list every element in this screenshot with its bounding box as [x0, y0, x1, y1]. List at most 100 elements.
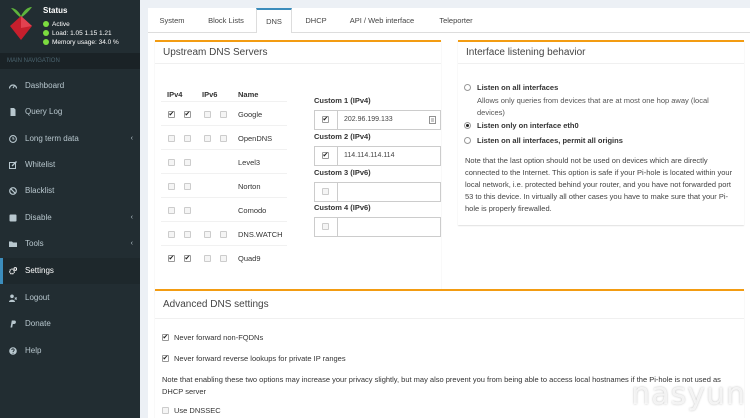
user-times-icon — [9, 294, 17, 302]
server-name: OpenDNS — [238, 134, 273, 143]
dnswatch-ipv6-2-checkbox[interactable] — [220, 231, 227, 238]
tab-api-web-interface[interactable]: API / Web interface — [340, 8, 424, 32]
server-name: Google — [238, 110, 263, 119]
interface-note: Note that the last option should not be … — [465, 156, 733, 213]
dnswatch-ipv4-1-checkbox[interactable] — [168, 231, 175, 238]
listen-permit-all-radio[interactable] — [464, 137, 471, 144]
sidebar-item-label: Whitelist — [25, 160, 56, 169]
col-ipv6: IPv6 — [202, 90, 218, 99]
tab-dhcp[interactable]: DHCP — [296, 8, 336, 32]
sidebar-item-query-log[interactable]: Query Log — [0, 99, 140, 125]
status-memory-label: Memory usage: 34.0 % — [52, 39, 119, 46]
google-ipv6-2-checkbox[interactable] — [220, 111, 227, 118]
dashboard-icon — [9, 84, 17, 89]
never-forward-reverse-label[interactable]: Never forward reverse lookups for privat… — [174, 354, 346, 363]
row-divider — [161, 221, 287, 222]
listen-permit-all-label[interactable]: Listen on all interfaces, permit all ori… — [477, 136, 623, 145]
opendns-ipv4-1-checkbox[interactable] — [168, 135, 175, 142]
sidebar-item-tools[interactable]: Tools ‹ — [0, 231, 140, 257]
contact-card-icon — [429, 116, 436, 124]
status-load: Load: 1.05 1.15 1.21 — [43, 29, 112, 38]
stop-icon — [9, 214, 17, 222]
custom1-value[interactable]: 202.96.199.133 — [344, 111, 393, 129]
status-panel: Status Active Load: 1.05 1.15 1.21 Memor… — [0, 0, 140, 50]
status-dot-icon — [43, 29, 49, 36]
custom4-label: Custom 4 (IPv6) — [314, 203, 371, 212]
listen-eth0-label[interactable]: Listen only on interface eth0 — [477, 121, 579, 130]
tab-system[interactable]: System — [150, 8, 194, 32]
tab-block-lists[interactable]: Block Lists — [196, 8, 256, 32]
opendns-ipv6-1-checkbox[interactable] — [204, 135, 211, 142]
row-divider — [161, 173, 287, 174]
chevron-left-icon: ‹ — [130, 135, 133, 142]
status-dot-icon — [43, 38, 49, 45]
listen-all-radio[interactable] — [464, 84, 471, 91]
sidebar-item-label: Long term data — [25, 134, 79, 143]
status-active: Active — [43, 20, 70, 29]
advanced-dns-title: Advanced DNS settings — [155, 291, 744, 319]
sidebar-item-whitelist[interactable]: Whitelist — [0, 152, 140, 178]
settings-tabs: System Block Lists DNS DHCP API / Web in… — [148, 8, 750, 33]
use-dnssec-label[interactable]: Use DNSSEC — [174, 406, 221, 415]
custom3-field[interactable] — [314, 182, 441, 202]
norton-ipv4-2-checkbox[interactable] — [184, 183, 191, 190]
custom1-label: Custom 1 (IPv4) — [314, 96, 371, 105]
tab-dns[interactable]: DNS — [256, 8, 292, 33]
never-forward-reverse-checkbox[interactable] — [162, 354, 169, 362]
sidebar-item-label: Donate — [25, 319, 51, 328]
custom3-addon — [315, 183, 338, 201]
status-active-label: Active — [52, 21, 70, 28]
never-forward-non-fqdns-label[interactable]: Never forward non-FQDNs — [174, 333, 263, 342]
quad9-ipv6-2-checkbox[interactable] — [220, 255, 227, 262]
custom2-checkbox[interactable] — [322, 151, 329, 159]
paypal-icon — [10, 320, 16, 328]
custom3-checkbox[interactable] — [322, 188, 329, 195]
custom4-checkbox[interactable] — [322, 223, 329, 230]
row-divider — [161, 197, 287, 198]
quad9-ipv6-1-checkbox[interactable] — [204, 255, 211, 262]
dnswatch-ipv6-1-checkbox[interactable] — [204, 231, 211, 238]
dnswatch-ipv4-2-checkbox[interactable] — [184, 231, 191, 238]
custom1-checkbox[interactable] — [322, 115, 329, 123]
pencil-square-icon — [9, 161, 17, 169]
listen-eth0-radio[interactable] — [464, 122, 471, 129]
custom2-value[interactable]: 114.114.114.114 — [344, 147, 394, 165]
listen-all-label[interactable]: Listen on all interfaces — [477, 83, 558, 92]
tab-teleporter[interactable]: Teleporter — [428, 8, 484, 32]
quad9-ipv4-1-checkbox[interactable] — [168, 254, 175, 262]
folder-icon — [9, 241, 17, 247]
sidebar-item-disable[interactable]: Disable ‹ — [0, 205, 140, 231]
level3-ipv4-2-checkbox[interactable] — [184, 159, 191, 166]
sidebar-item-logout[interactable]: Logout — [0, 285, 140, 311]
never-forward-non-fqdns-checkbox[interactable] — [162, 333, 169, 341]
ban-icon — [9, 187, 17, 195]
sidebar-item-blacklist[interactable]: Blacklist — [0, 178, 140, 204]
quad9-ipv4-2-checkbox[interactable] — [184, 254, 191, 262]
level3-ipv4-1-checkbox[interactable] — [168, 159, 175, 166]
sidebar-item-settings[interactable]: Settings — [0, 258, 140, 284]
google-ipv6-1-checkbox[interactable] — [204, 111, 211, 118]
comodo-ipv4-1-checkbox[interactable] — [168, 207, 175, 214]
sidebar-item-label: Settings — [25, 266, 54, 275]
sidebar-item-long-term-data[interactable]: Long term data ‹ — [0, 126, 140, 152]
nav-header: MAIN NAVIGATION — [0, 53, 140, 69]
custom4-field[interactable] — [314, 217, 441, 237]
custom2-field[interactable]: 114.114.114.114 — [314, 146, 441, 166]
sidebar-item-label: Tools — [25, 239, 44, 248]
custom1-field[interactable]: 202.96.199.133 — [314, 110, 441, 130]
opendns-ipv4-2-checkbox[interactable] — [184, 135, 191, 142]
sidebar-item-label: Query Log — [25, 107, 63, 116]
sidebar-item-donate[interactable]: Donate — [0, 311, 140, 337]
server-name: Level3 — [238, 158, 261, 167]
sidebar-item-help[interactable]: Help — [0, 338, 140, 364]
google-ipv4-2-checkbox[interactable] — [184, 110, 191, 118]
row-divider — [161, 125, 287, 126]
comodo-ipv4-2-checkbox[interactable] — [184, 207, 191, 214]
sidebar-item-dashboard[interactable]: Dashboard — [0, 73, 140, 99]
norton-ipv4-1-checkbox[interactable] — [168, 183, 175, 190]
google-ipv4-1-checkbox[interactable] — [168, 110, 175, 118]
file-icon — [10, 108, 16, 116]
use-dnssec-checkbox[interactable] — [162, 407, 169, 414]
custom2-label: Custom 2 (IPv4) — [314, 132, 371, 141]
opendns-ipv6-2-checkbox[interactable] — [220, 135, 227, 142]
